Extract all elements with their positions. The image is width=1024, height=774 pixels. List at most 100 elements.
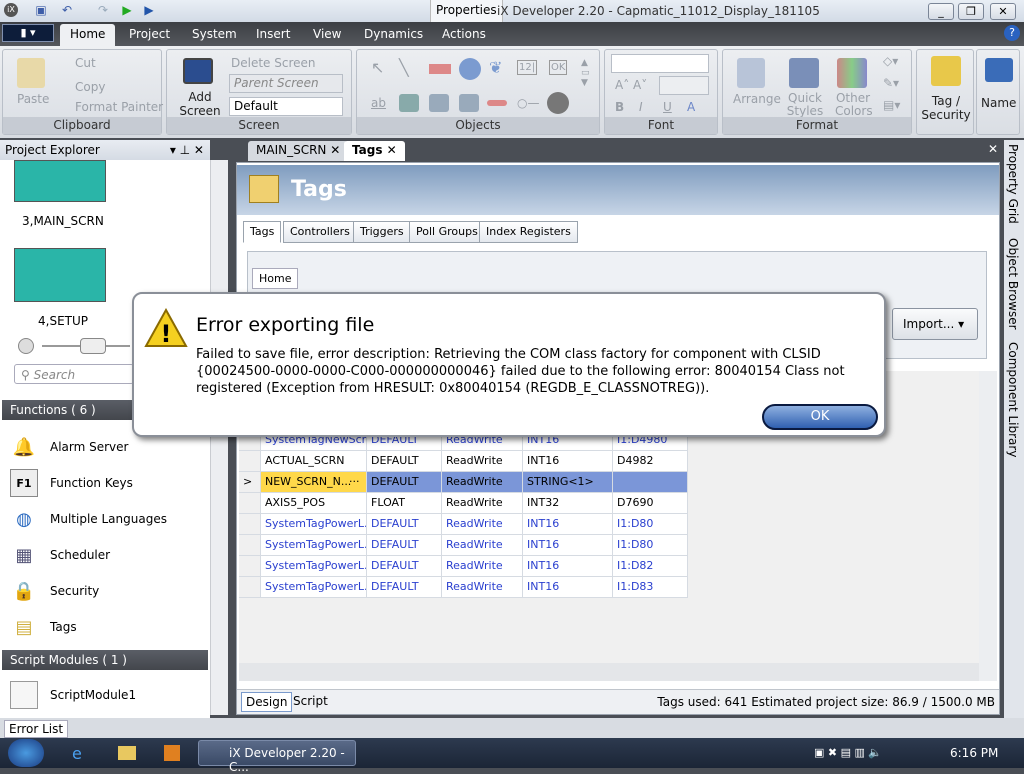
effects-icon[interactable]: ▤▾ (883, 98, 900, 112)
table-row[interactable]: AXIS5_POS FLOAT ReadWrite INT32 D7690 (239, 493, 688, 514)
cut-button[interactable]: Cut (75, 56, 96, 70)
rectangle-icon[interactable] (429, 64, 451, 74)
zoom-slider-thumb[interactable] (80, 338, 106, 354)
address-cell[interactable]: I1:D80 (613, 514, 688, 535)
tray-icons[interactable]: ▣ ✖ ▤ ▥ 🔈 (814, 746, 882, 759)
row-selector[interactable] (239, 556, 261, 577)
data-type-cell[interactable]: DEFAULT (367, 514, 442, 535)
tag-name-cell[interactable]: SystemTagPowerL... (261, 514, 367, 535)
access-cell[interactable]: ReadWrite (442, 451, 523, 472)
subtab-index-registers[interactable]: Index Registers (479, 221, 578, 243)
tab-actions[interactable]: Actions (442, 27, 486, 41)
fill-color-icon[interactable]: ◇▾ (883, 54, 898, 68)
function-tags[interactable]: ▤ Tags (10, 612, 76, 642)
bold-button[interactable]: B (615, 100, 624, 114)
minimize-button[interactable]: _ (928, 3, 954, 20)
address-cell[interactable]: D7690 (613, 493, 688, 514)
undo-icon[interactable]: ↶ (60, 3, 74, 17)
controller-type-cell[interactable]: INT16 (523, 556, 613, 577)
script-module-item[interactable]: ScriptModule1 (10, 680, 136, 710)
arrange-button[interactable]: Arrange (733, 92, 781, 106)
tag-security-button[interactable]: Tag / Security (919, 94, 973, 122)
save-icon[interactable]: ▣ (34, 3, 48, 17)
close-tab-icon[interactable]: ✕ (330, 143, 340, 157)
objects-scroll[interactable]: ▲ ▭ ▼ (581, 58, 590, 88)
tag-name-cell[interactable]: SystemTagPowerL... (261, 535, 367, 556)
controller-type-cell[interactable]: INT16 (523, 535, 613, 556)
parent-screen-combo[interactable]: Parent Screen (229, 74, 343, 93)
access-cell[interactable]: ReadWrite (442, 556, 523, 577)
pin-icon[interactable]: ▾ ⊥ ✕ (170, 143, 204, 157)
subtab-triggers[interactable]: Triggers (353, 221, 411, 243)
animated-picture-icon[interactable] (429, 94, 449, 112)
screen-item-label[interactable]: 3,MAIN_SCRN (22, 214, 104, 228)
picture-icon[interactable] (399, 94, 419, 112)
media-player-icon[interactable] (459, 94, 479, 112)
table-row[interactable]: SystemTagPowerL... DEFAULT ReadWrite INT16 I… (239, 535, 688, 556)
tab-view[interactable]: View (313, 27, 341, 41)
tab-project[interactable]: Project (129, 27, 170, 41)
tab-home[interactable]: Home (60, 24, 116, 46)
grid-vertical-scrollbar[interactable] (979, 371, 997, 681)
copy-button[interactable]: Copy (75, 80, 105, 94)
data-type-cell[interactable]: DEFAULT (367, 451, 442, 472)
function-alarm-server[interactable]: 🔔 Alarm Server (10, 432, 129, 462)
left-panel-scrollbar[interactable] (210, 160, 228, 715)
controller-type-cell[interactable]: INT16 (523, 577, 613, 598)
tab-dynamics[interactable]: Dynamics (364, 27, 423, 41)
screen-thumbnail[interactable] (14, 160, 106, 202)
media-player-icon[interactable] (164, 745, 180, 761)
taskbar-app-ix-developer[interactable]: iX Developer 2.20 - C... (198, 740, 356, 774)
tab-insert[interactable]: Insert (256, 27, 290, 41)
help-icon[interactable]: ? (1004, 25, 1020, 41)
function-function-keys[interactable]: F1 Function Keys (10, 468, 133, 498)
subtab-controllers[interactable]: Controllers (283, 221, 357, 243)
properties-context-tab[interactable]: Properties (430, 0, 503, 22)
access-cell[interactable]: ReadWrite (442, 577, 523, 598)
import-button[interactable]: Import... ▾ (892, 308, 978, 340)
access-cell[interactable]: ReadWrite (442, 514, 523, 535)
tag-name-cell[interactable]: SystemTagPowerL... (261, 577, 367, 598)
row-selector[interactable]: > (239, 472, 261, 493)
address-cell[interactable]: I1:D82 (613, 556, 688, 577)
clock[interactable]: 6:16 PM (950, 746, 998, 760)
tag-name-cell[interactable]: SystemTagPowerL... (261, 556, 367, 577)
address-cell[interactable]: I1:D83 (613, 577, 688, 598)
row-selector[interactable] (239, 493, 261, 514)
subtab-poll-groups[interactable]: Poll Groups (409, 221, 485, 243)
other-colors-button[interactable]: Other Colors (835, 92, 873, 118)
table-row[interactable]: SystemTagPowerL... DEFAULT ReadWrite INT16 I… (239, 514, 688, 535)
row-selector[interactable] (239, 514, 261, 535)
quick-styles-button[interactable]: Quick Styles (785, 92, 825, 118)
file-menu-button[interactable]: ▮ ▾ (2, 24, 54, 42)
start-button[interactable] (8, 739, 44, 767)
underline-button[interactable]: U (663, 100, 672, 114)
close-button[interactable]: ✕ (990, 3, 1016, 20)
error-list-tab[interactable]: Error List (4, 720, 69, 738)
component-library-tab[interactable]: Component Library (1006, 342, 1020, 457)
table-row[interactable]: ACTUAL_SCRN DEFAULT ReadWrite INT16 D4982 (239, 451, 688, 472)
slider-icon[interactable] (487, 100, 507, 106)
simulate-icon[interactable]: ▶ (142, 3, 156, 17)
zoom-out-icon[interactable] (18, 338, 34, 354)
ok-button[interactable]: OK (762, 404, 878, 430)
table-row[interactable]: SystemTagPowerL... DEFAULT ReadWrite INT16 I… (239, 556, 688, 577)
access-cell[interactable]: ReadWrite (442, 472, 523, 493)
explorer-icon[interactable] (118, 746, 136, 760)
design-tab[interactable]: Design (241, 692, 293, 712)
grow-font-icon[interactable]: A˄ A˅ (615, 78, 647, 92)
address-cell[interactable] (613, 472, 688, 493)
data-type-cell[interactable]: FLOAT (367, 493, 442, 514)
numeric-icon[interactable]: 12| (517, 60, 538, 75)
run-icon[interactable]: ▶ (120, 3, 134, 17)
meter-icon[interactable] (547, 92, 569, 114)
italic-button[interactable]: I (639, 100, 643, 114)
controller-type-cell[interactable]: INT16 (523, 514, 613, 535)
screen-thumbnail[interactable] (14, 248, 106, 302)
home-tab[interactable]: Home (252, 268, 299, 289)
controller-type-cell[interactable]: INT16 (523, 451, 613, 472)
function-multiple-languages[interactable]: ◍ Multiple Languages (10, 504, 167, 534)
line-color-icon[interactable]: ✎▾ (883, 76, 899, 90)
paste-button[interactable]: Paste (17, 92, 49, 106)
grid-horizontal-scrollbar[interactable] (239, 663, 979, 681)
